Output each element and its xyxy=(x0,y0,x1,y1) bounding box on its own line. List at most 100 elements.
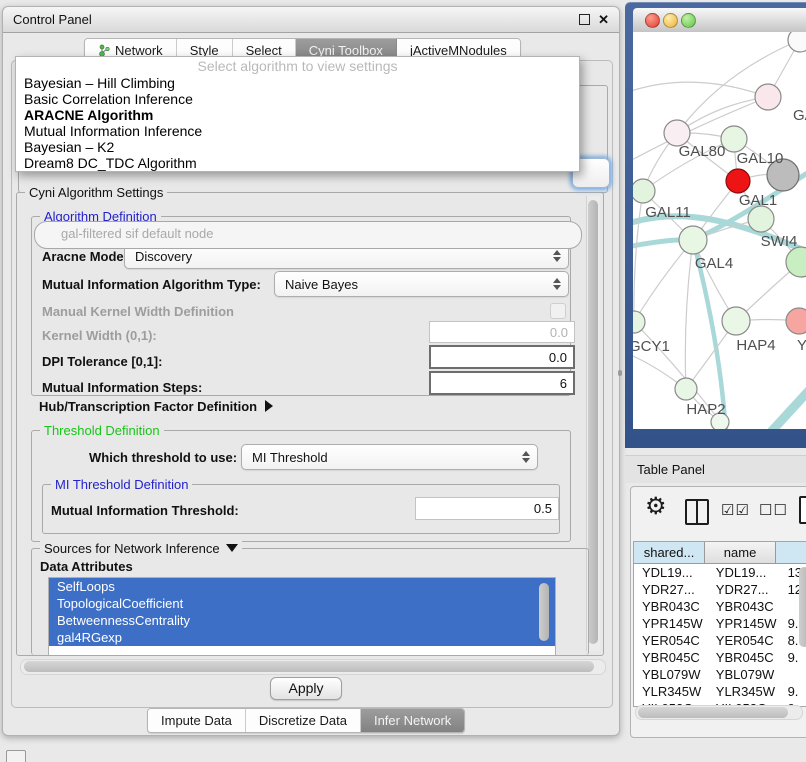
edge[interactable] xyxy=(677,40,800,133)
column-header-cut[interactable] xyxy=(776,542,806,563)
tab-impute-data[interactable]: Impute Data xyxy=(148,709,246,732)
table-toolbar: ⚙ ☑☑ ☐☐ xyxy=(631,487,806,539)
table-row[interactable]: YPR145WYPR145W9. xyxy=(634,615,806,632)
which-threshold-combo[interactable]: MI Threshold xyxy=(241,444,538,470)
settings-horizontal-scrollbar[interactable] xyxy=(20,659,606,675)
table-row[interactable]: YBR045CYBR045C9. xyxy=(634,649,806,666)
screen: Control Panel ✕ Network Style xyxy=(0,0,806,762)
tab-infer-network[interactable]: Infer Network xyxy=(361,709,464,732)
apply-button[interactable]: Apply xyxy=(270,677,342,700)
collapse-arrow-icon xyxy=(226,544,238,552)
close-window-icon[interactable]: ✕ xyxy=(598,13,609,26)
threshold-definition-title: Threshold Definition xyxy=(40,423,164,438)
corner-icon[interactable] xyxy=(6,750,26,762)
node-gal4[interactable] xyxy=(679,226,707,254)
edge[interactable] xyxy=(634,191,643,322)
sources-groupbox: Sources for Network Inference Data Attri… xyxy=(31,548,589,655)
dpi-tolerance-value: 0.0 xyxy=(549,350,567,365)
node-hap2[interactable] xyxy=(675,378,697,400)
column-header-name[interactable]: name xyxy=(705,542,776,563)
panel-splitter-handle[interactable] xyxy=(618,370,622,376)
tab-impute-data-label: Impute Data xyxy=(161,713,232,728)
table-row[interactable]: YDR27...YDR27...12 xyxy=(634,581,806,598)
cell: YBR045C xyxy=(634,649,708,666)
hub-tf-definition-toggle[interactable]: Hub/Transcription Factor Definition xyxy=(39,399,273,414)
which-threshold-value: MI Threshold xyxy=(252,450,328,465)
algorithm-option[interactable]: Dream8 DC_TDC Algorithm xyxy=(16,155,579,171)
list-item[interactable]: gal4RGexp xyxy=(49,629,555,646)
table-row[interactable]: YLR345WYLR345W9. xyxy=(634,683,806,700)
document-icon[interactable] xyxy=(799,496,806,524)
sources-title[interactable]: Sources for Network Inference xyxy=(40,541,242,556)
table-header-row: shared... name xyxy=(634,542,806,564)
node-table: shared... name YDL19...YDL19...13 YDR27.… xyxy=(633,541,806,707)
list-item[interactable]: SelfLoops xyxy=(49,578,555,595)
cell: YDR27... xyxy=(708,581,782,598)
edge[interactable] xyxy=(633,82,768,97)
list-scrollbar[interactable] xyxy=(539,583,549,641)
cell: YDL19... xyxy=(708,564,782,581)
combo-arrows-icon xyxy=(553,250,561,262)
node-gal11[interactable] xyxy=(633,179,655,203)
column-header-shared-name[interactable]: shared... xyxy=(634,542,705,563)
edge[interactable] xyxy=(685,240,693,389)
algorithm-popup-placeholder: Select algorithm to view settings xyxy=(16,57,579,75)
mi-steps-field[interactable]: 6 xyxy=(429,371,575,395)
table-vertical-scrollbar[interactable] xyxy=(799,567,806,647)
cell: 9. xyxy=(782,649,806,666)
split-columns-icon[interactable] xyxy=(685,499,709,525)
close-traffic-light[interactable] xyxy=(645,13,660,28)
table-row[interactable]: YDL19...YDL19...13 xyxy=(634,564,806,581)
zoom-traffic-light[interactable] xyxy=(681,13,696,28)
node-label: GAL11 xyxy=(645,204,691,221)
table-row[interactable]: YBR043CYBR043C xyxy=(634,598,806,615)
node-gcy1[interactable] xyxy=(633,311,645,333)
node[interactable] xyxy=(788,32,806,52)
edge[interactable] xyxy=(769,386,806,429)
mi-algorithm-type-combo[interactable]: Naive Bayes xyxy=(274,271,569,297)
float-window-icon[interactable] xyxy=(579,14,590,25)
node-hap4[interactable] xyxy=(722,307,750,335)
algorithm-option[interactable]: Basic Correlation Inference xyxy=(16,91,579,107)
table-row[interactable]: YER054CYER054C8. xyxy=(634,632,806,649)
data-attributes-label: Data Attributes xyxy=(40,559,133,574)
node-gal1[interactable] xyxy=(748,206,774,232)
node[interactable] xyxy=(755,84,781,110)
algorithm-option-selected[interactable]: ARACNE Algorithm xyxy=(16,107,579,123)
table-panel-titlebar: Table Panel xyxy=(625,455,806,483)
combo-arrows-icon xyxy=(522,451,530,463)
algorithm-option[interactable]: Mutual Information Inference xyxy=(16,123,579,139)
minimize-traffic-light[interactable] xyxy=(663,13,678,28)
mi-threshold-field[interactable]: 0.5 xyxy=(415,497,559,520)
deselect-all-icon[interactable]: ☐☐ xyxy=(759,501,788,519)
cell: YER054C xyxy=(708,632,782,649)
network-view-titlebar[interactable] xyxy=(633,8,806,33)
network-selector-combo[interactable]: gal-filtered sif default node xyxy=(34,221,582,249)
aracne-mode-label: Aracne Mode: xyxy=(42,249,128,264)
algorithm-option[interactable]: Bayesian – K2 xyxy=(16,139,579,155)
kernel-width-field[interactable]: 0.0 xyxy=(429,321,575,343)
cell: YBR043C xyxy=(634,598,708,615)
node-selected-red[interactable] xyxy=(726,169,750,193)
network-canvas[interactable]: GAL GAL80 GAL10 GAL1 GAL11 SWI4 GAL4 GCY… xyxy=(633,32,806,429)
algorithm-option[interactable]: Bayesian – Hill Climbing xyxy=(16,75,579,91)
cell: YDL19... xyxy=(634,564,708,581)
tab-discretize-data[interactable]: Discretize Data xyxy=(246,709,361,732)
node[interactable] xyxy=(786,308,806,334)
edge[interactable] xyxy=(634,240,693,322)
cell: YBR043C xyxy=(708,598,782,615)
table-horizontal-scrollbar[interactable] xyxy=(635,705,803,720)
cell: YBR045C xyxy=(708,649,782,666)
cell: YLR345W xyxy=(634,683,708,700)
dpi-tolerance-field[interactable]: 0.0 xyxy=(429,345,575,369)
cell: YDR27... xyxy=(634,581,708,598)
table-row[interactable]: YBL079WYBL079W xyxy=(634,666,806,683)
list-item[interactable]: TopologicalCoefficient xyxy=(49,595,555,612)
bottom-tabbar: Impute Data Discretize Data Infer Networ… xyxy=(147,708,465,733)
mi-threshold-value: 0.5 xyxy=(534,501,552,516)
gear-icon[interactable]: ⚙ xyxy=(645,494,667,520)
manual-kernel-checkbox[interactable] xyxy=(550,303,566,319)
select-all-icon[interactable]: ☑☑ xyxy=(721,501,750,519)
list-item[interactable]: BetweennessCentrality xyxy=(49,612,555,629)
mi-threshold-definition-groupbox: MI Threshold Definition Mutual Informati… xyxy=(42,484,560,534)
